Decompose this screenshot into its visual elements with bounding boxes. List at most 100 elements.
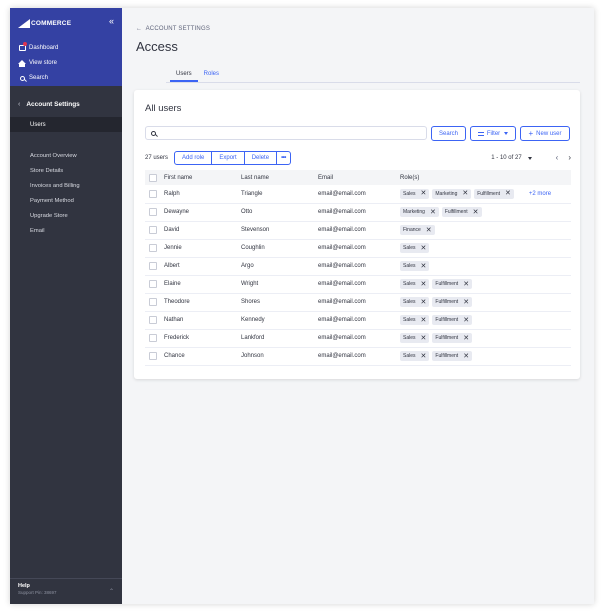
search-input[interactable] — [160, 130, 410, 136]
pagination-range[interactable]: 1 - 10 of 27 — [491, 155, 521, 161]
add-role-button[interactable]: Add role — [175, 152, 213, 164]
remove-role-icon[interactable]: ✕ — [463, 299, 469, 306]
remove-role-icon[interactable]: ✕ — [421, 263, 427, 270]
new-user-button[interactable]: + New user — [520, 126, 570, 141]
role-chip-label: Fulfillment — [435, 299, 459, 305]
cell-email: email@email.com — [318, 329, 400, 348]
brand-name: COMMERCE — [31, 20, 72, 27]
table-row[interactable]: Dewayne Otto email@email.com Marketing ✕ Fulf… — [145, 203, 571, 222]
select-all-checkbox[interactable] — [149, 173, 157, 182]
collapse-sidebar-icon[interactable]: « — [109, 17, 114, 26]
row-checkbox[interactable] — [149, 244, 157, 252]
remove-role-icon[interactable]: ✕ — [421, 353, 427, 360]
column-header-roles[interactable]: Role(s) — [400, 170, 571, 185]
row-checkbox[interactable] — [149, 280, 157, 288]
dashboard-icon — [18, 42, 27, 52]
sidebar-item-upgrade-store[interactable]: Upgrade Store — [30, 209, 80, 224]
column-header-first-name[interactable]: First name — [164, 170, 241, 185]
row-checkbox[interactable] — [149, 316, 157, 324]
next-page-icon[interactable]: › — [568, 154, 571, 162]
delete-button[interactable]: Delete — [245, 152, 278, 164]
chevron-down-icon — [504, 132, 509, 135]
role-chip-label: Fulfillment — [435, 317, 459, 323]
sidebar-footer[interactable]: Help Support Pin: 38697 ⌃ — [10, 578, 122, 604]
filter-button[interactable]: Filter — [470, 126, 516, 141]
remove-role-icon[interactable]: ✕ — [421, 335, 427, 342]
users-card: All users Search Filter + New user 27 us… — [134, 90, 580, 379]
cell-first-name: David — [164, 221, 241, 240]
sidebar-item-payment-method[interactable]: Payment Method — [30, 194, 80, 209]
table-row[interactable]: Elaine Wright email@email.com Sales ✕ Fulfill… — [145, 275, 571, 294]
row-checkbox[interactable] — [149, 208, 157, 216]
sidebar-item-invoices-billing[interactable]: Invoices and Billing — [30, 179, 80, 194]
cell-last-name: Kennedy — [241, 311, 318, 330]
remove-role-icon[interactable]: ✕ — [463, 281, 469, 288]
remove-role-icon[interactable]: ✕ — [505, 190, 511, 197]
column-header-last-name[interactable]: Last name — [241, 170, 318, 185]
sidebar-link-view-store[interactable]: View store — [18, 59, 57, 67]
sidebar-link-label: View store — [29, 60, 57, 66]
table-row[interactable]: Nathan Kennedy email@email.com Sales ✕ Fulfil… — [145, 311, 571, 330]
tab-users[interactable]: Users — [170, 71, 198, 82]
sidebar-link-search[interactable]: Search — [18, 74, 48, 82]
sidebar-link-dashboard[interactable]: Dashboard — [18, 42, 58, 52]
remove-role-icon[interactable]: ✕ — [430, 209, 436, 216]
row-checkbox[interactable] — [149, 226, 157, 234]
more-actions-button[interactable]: ••• — [277, 152, 290, 164]
row-checkbox[interactable] — [149, 262, 157, 270]
table-row[interactable]: Ralph Triangle email@email.com Sales ✕ Market… — [145, 185, 571, 204]
table-row[interactable]: Chance Johnson email@email.com Sales ✕ Fulfil… — [145, 347, 571, 366]
sidebar-item-email[interactable]: Email — [30, 224, 80, 239]
role-chip: Sales ✕ — [400, 297, 430, 307]
more-roles-link[interactable]: +2 more — [529, 191, 551, 197]
row-checkbox[interactable] — [149, 298, 157, 306]
breadcrumb[interactable]: ← ACCOUNT SETTINGS — [136, 26, 210, 32]
chevron-down-icon[interactable] — [527, 156, 532, 160]
remove-role-icon[interactable]: ✕ — [421, 281, 427, 288]
remove-role-icon[interactable]: ✕ — [421, 245, 427, 252]
table-row[interactable]: David Stevenson email@email.com Finance ✕ — [145, 221, 571, 240]
column-header-email[interactable]: Email — [318, 170, 400, 185]
tab-roles[interactable]: Roles — [198, 71, 225, 82]
sidebar-item-store-details[interactable]: Store Details — [30, 164, 80, 179]
cell-last-name: Stevenson — [241, 221, 318, 240]
search-field[interactable] — [145, 126, 427, 140]
cell-email: email@email.com — [318, 311, 400, 330]
table-row[interactable]: Frederick Lankford email@email.com Sales ✕ Fu… — [145, 329, 571, 348]
cell-email: email@email.com — [318, 293, 400, 312]
cell-last-name: Wright — [241, 275, 318, 294]
remove-role-icon[interactable]: ✕ — [426, 227, 432, 234]
brand-logo[interactable]: COMMERCE — [18, 19, 71, 28]
previous-page-icon[interactable]: ‹ — [556, 154, 559, 162]
role-chip-label: Sales — [403, 263, 416, 269]
role-chip: Marketing ✕ — [400, 207, 439, 217]
sidebar-item-account-overview[interactable]: Account Overview — [30, 149, 80, 164]
remove-role-icon[interactable]: ✕ — [421, 299, 427, 306]
remove-role-icon[interactable]: ✕ — [462, 190, 468, 197]
role-chip-label: Sales — [403, 190, 416, 197]
row-checkbox[interactable] — [149, 352, 157, 360]
cell-roles: Sales ✕ Fulfillment ✕ — [400, 275, 571, 294]
row-checkbox[interactable] — [149, 334, 157, 342]
remove-role-icon[interactable]: ✕ — [421, 317, 427, 324]
table-row[interactable]: Theodore Shores email@email.com Sales ✕ Fulfi… — [145, 293, 571, 312]
cell-roles: Sales ✕ — [400, 239, 571, 258]
sidebar-items: Account Overview Store Details Invoices … — [30, 149, 80, 239]
role-chip: Sales ✕ — [400, 315, 430, 325]
export-button[interactable]: Export — [212, 152, 245, 164]
sidebar-section-account-settings[interactable]: ‹ Account Settings — [18, 101, 80, 108]
chevron-up-icon: ⌃ — [108, 589, 114, 595]
role-chip: Sales ✕ — [400, 351, 430, 361]
remove-role-icon[interactable]: ✕ — [463, 317, 469, 324]
search-button[interactable]: Search — [431, 126, 466, 141]
cell-email: email@email.com — [318, 239, 400, 258]
sidebar-item-users[interactable]: Users — [10, 117, 122, 132]
remove-role-icon[interactable]: ✕ — [421, 190, 427, 197]
row-checkbox[interactable] — [149, 189, 157, 198]
remove-role-icon[interactable]: ✕ — [463, 353, 469, 360]
remove-role-icon[interactable]: ✕ — [473, 209, 479, 216]
table-row[interactable]: Albert Argo email@email.com Sales ✕ — [145, 257, 571, 276]
table-row[interactable]: Jennie Coughlin email@email.com Sales ✕ — [145, 239, 571, 258]
sidebar-header: COMMERCE « Dashboard View store Search — [10, 8, 122, 86]
remove-role-icon[interactable]: ✕ — [463, 335, 469, 342]
